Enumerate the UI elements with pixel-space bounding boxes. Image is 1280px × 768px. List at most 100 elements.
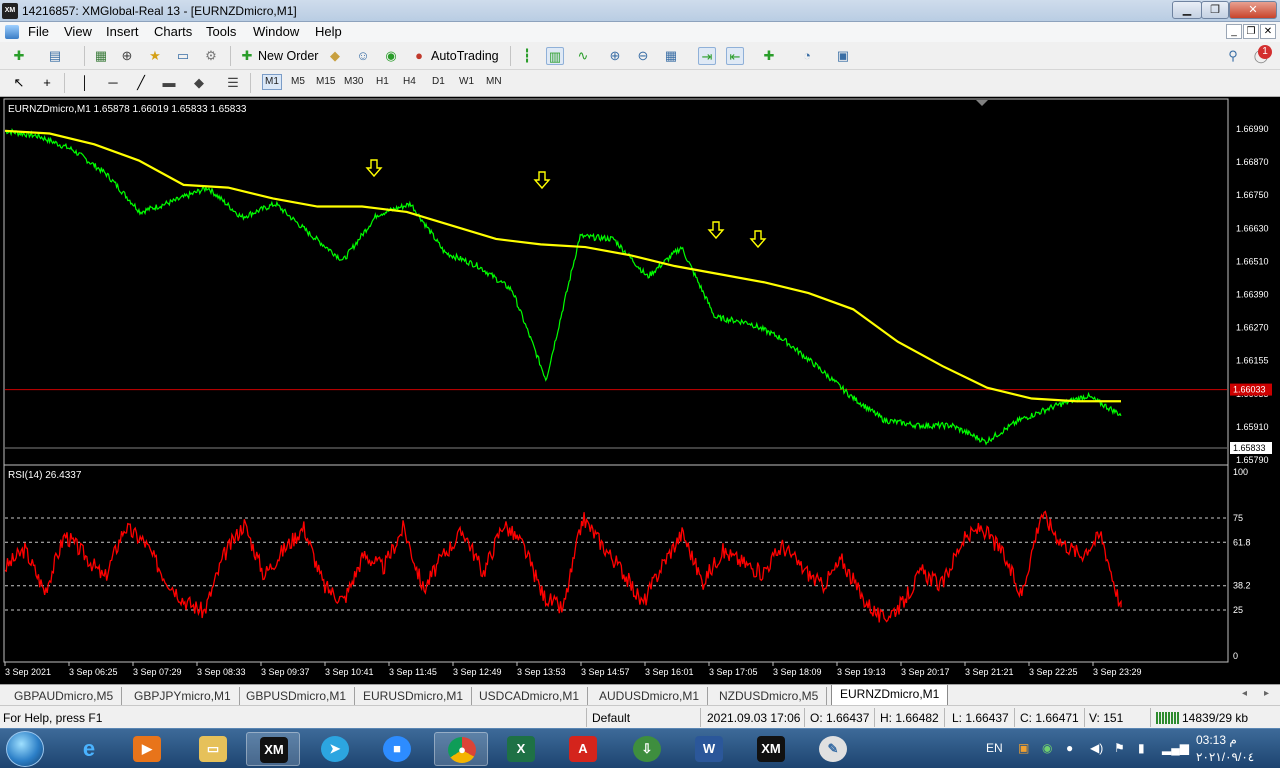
signals-icon[interactable]: ☺ [354, 47, 372, 65]
new-order-button[interactable]: New Order [258, 49, 318, 63]
timeframe-m1[interactable]: M1 [262, 74, 282, 90]
menu-view[interactable]: View [60, 24, 96, 39]
clock-time[interactable]: 03:13 م [1196, 733, 1237, 747]
tab-scroll-left-icon[interactable]: ◂ [1242, 688, 1247, 699]
chart-window[interactable]: 1.66990 1.66870 1.66750 1.66630 1.66510 1.663… [0, 97, 1280, 684]
taskbar-download-manager[interactable]: ⇩ [620, 732, 674, 766]
taskbar-excel[interactable]: X [494, 732, 548, 766]
timeframe-m15[interactable]: M15 [316, 76, 335, 87]
chart-window-icon[interactable] [5, 25, 19, 39]
start-button[interactable] [6, 731, 44, 767]
new-order-icon[interactable]: ✚ [238, 47, 256, 65]
bar-chart-icon[interactable]: ┇ [518, 47, 536, 65]
shapes-icon[interactable]: ◆ [190, 74, 208, 92]
tab-gbpaud[interactable]: GBPAUDmicro,M5 [6, 687, 123, 705]
vertical-line-icon[interactable]: │ [76, 74, 94, 92]
candlestick-chart-icon[interactable]: ▥ [546, 47, 564, 65]
tab-audusd[interactable]: AUDUSDmicro,M1 [591, 687, 709, 705]
flag-icon[interactable]: ⚑ [1114, 741, 1125, 755]
zoom-in-icon[interactable]: ⊕ [606, 47, 624, 65]
taskbar-xm-second[interactable]: XM [744, 732, 798, 766]
new-chart-icon[interactable]: ✚ [10, 47, 28, 65]
timeframe-h1[interactable]: H1 [376, 76, 389, 87]
strategy-tester-icon[interactable]: ⚙ [202, 47, 220, 65]
tab-gbpjpy[interactable]: GBPJPYmicro,M1 [126, 687, 240, 705]
menu-insert[interactable]: Insert [102, 24, 143, 39]
timeframe-mn[interactable]: MN [486, 76, 502, 87]
tab-gbpusd[interactable]: GBPUSDmicro,M1 [238, 687, 356, 705]
taskbar-word[interactable]: W [682, 732, 736, 766]
cursor-icon[interactable]: ↖ [10, 74, 28, 92]
taskbar-media-player[interactable]: ▶ [120, 732, 174, 766]
trendline-icon[interactable]: ╱ [132, 74, 150, 92]
connection-status-icon[interactable] [1156, 712, 1180, 724]
volume-icon[interactable]: ◀) [1090, 741, 1103, 755]
vps-icon[interactable]: ◉ [382, 47, 400, 65]
menu-charts[interactable]: Charts [150, 24, 196, 39]
auto-trading-button[interactable]: AutoTrading [431, 49, 499, 63]
data-window-icon[interactable]: ⊕ [118, 47, 136, 65]
timeframe-h4[interactable]: H4 [403, 76, 416, 87]
navigator-icon[interactable]: ★ [146, 47, 164, 65]
restore-button[interactable]: ❐ [1201, 1, 1229, 19]
tray-chrome-icon[interactable]: ● [1066, 741, 1073, 755]
horizontal-line-icon[interactable]: ─ [104, 74, 122, 92]
tile-windows-icon[interactable]: ▦ [662, 47, 680, 65]
rsi-tick-label: 100 [1233, 467, 1248, 477]
minimize-button[interactable]: ▁ [1172, 1, 1202, 19]
profiles-icon[interactable]: ▤ [46, 47, 64, 65]
taskbar-telegram[interactable]: ➤ [308, 732, 362, 766]
tray-app-icon[interactable]: ▣ [1018, 741, 1029, 755]
fibonacci-icon[interactable]: ☰ [224, 74, 242, 92]
taskbar-ie[interactable]: e [62, 732, 116, 766]
taskbar-xm-terminal[interactable]: XM [246, 732, 300, 766]
taskbar-paint[interactable]: ✎ [806, 732, 860, 766]
chart-shift-marker-icon[interactable] [976, 100, 988, 106]
timeframe-m5[interactable]: M5 [291, 76, 305, 87]
periods-icon[interactable]: ◔ [798, 47, 816, 65]
menu-file[interactable]: File [24, 24, 53, 39]
tab-scroll-right-icon[interactable]: ▸ [1264, 688, 1269, 699]
menu-window[interactable]: Window [249, 24, 303, 39]
tab-nzdusd[interactable]: NZDUSDmicro,M5 [711, 687, 828, 705]
tab-eurnzd[interactable]: EURNZDmicro,M1 [831, 685, 949, 706]
status-separator [944, 708, 945, 727]
power-icon[interactable]: ▮ [1138, 741, 1145, 755]
mdi-restore-button[interactable]: ❐ [1243, 24, 1259, 39]
channel-icon[interactable]: ▬ [160, 74, 178, 92]
mdi-close-button[interactable]: ✕ [1260, 24, 1276, 39]
network-icon[interactable]: ▂▄▆ [1162, 741, 1189, 755]
timeframe-d1[interactable]: D1 [432, 76, 445, 87]
taskbar-explorer[interactable]: ▭ [186, 732, 240, 766]
templates-icon[interactable]: ▣ [834, 47, 852, 65]
market-watch-icon[interactable]: ▦ [92, 47, 110, 65]
line-chart-icon[interactable]: ∿ [574, 47, 592, 65]
timeframe-w1[interactable]: W1 [459, 76, 474, 87]
moving-average-line [4, 129, 1121, 403]
menu-help[interactable]: Help [311, 24, 346, 39]
close-icon: ✕ [1248, 4, 1258, 16]
menu-tools[interactable]: Tools [202, 24, 240, 39]
terminal-icon[interactable]: ▭ [174, 47, 192, 65]
auto-trading-icon[interactable]: ● [410, 47, 428, 65]
clock-date[interactable]: ٢٠٢١/٠٩/٠٤ [1196, 750, 1254, 764]
language-indicator[interactable]: EN [986, 741, 1003, 755]
metaeditor-icon[interactable]: ◆ [326, 47, 344, 65]
chart-canvas[interactable]: 1.66990 1.66870 1.66750 1.66630 1.66510 1.663… [0, 97, 1280, 684]
taskbar-chrome[interactable]: ● [434, 732, 488, 766]
mdi-minimize-button[interactable]: _ [1226, 24, 1242, 39]
crosshair-icon[interactable]: + [38, 74, 56, 92]
close-button[interactable]: ✕ [1229, 1, 1277, 19]
search-icon[interactable]: ⚲ [1224, 47, 1242, 65]
taskbar-acrobat[interactable]: A [556, 732, 610, 766]
tab-usdcad[interactable]: USDCADmicro,M1 [471, 687, 589, 705]
zoom-out-icon[interactable]: ⊖ [634, 47, 652, 65]
tray-idm-icon[interactable]: ◉ [1042, 741, 1052, 755]
taskbar-zoom[interactable]: ■ [370, 732, 424, 766]
chart-shift-icon[interactable]: ⇤ [726, 47, 744, 65]
time-tick-label: 3 Sep 19:13 [837, 667, 886, 677]
tab-eurusd[interactable]: EURUSDmicro,M1 [355, 687, 473, 705]
indicators-icon[interactable]: ✚ [760, 47, 778, 65]
timeframe-m30[interactable]: M30 [344, 76, 363, 87]
auto-scroll-icon[interactable]: ⇥ [698, 47, 716, 65]
